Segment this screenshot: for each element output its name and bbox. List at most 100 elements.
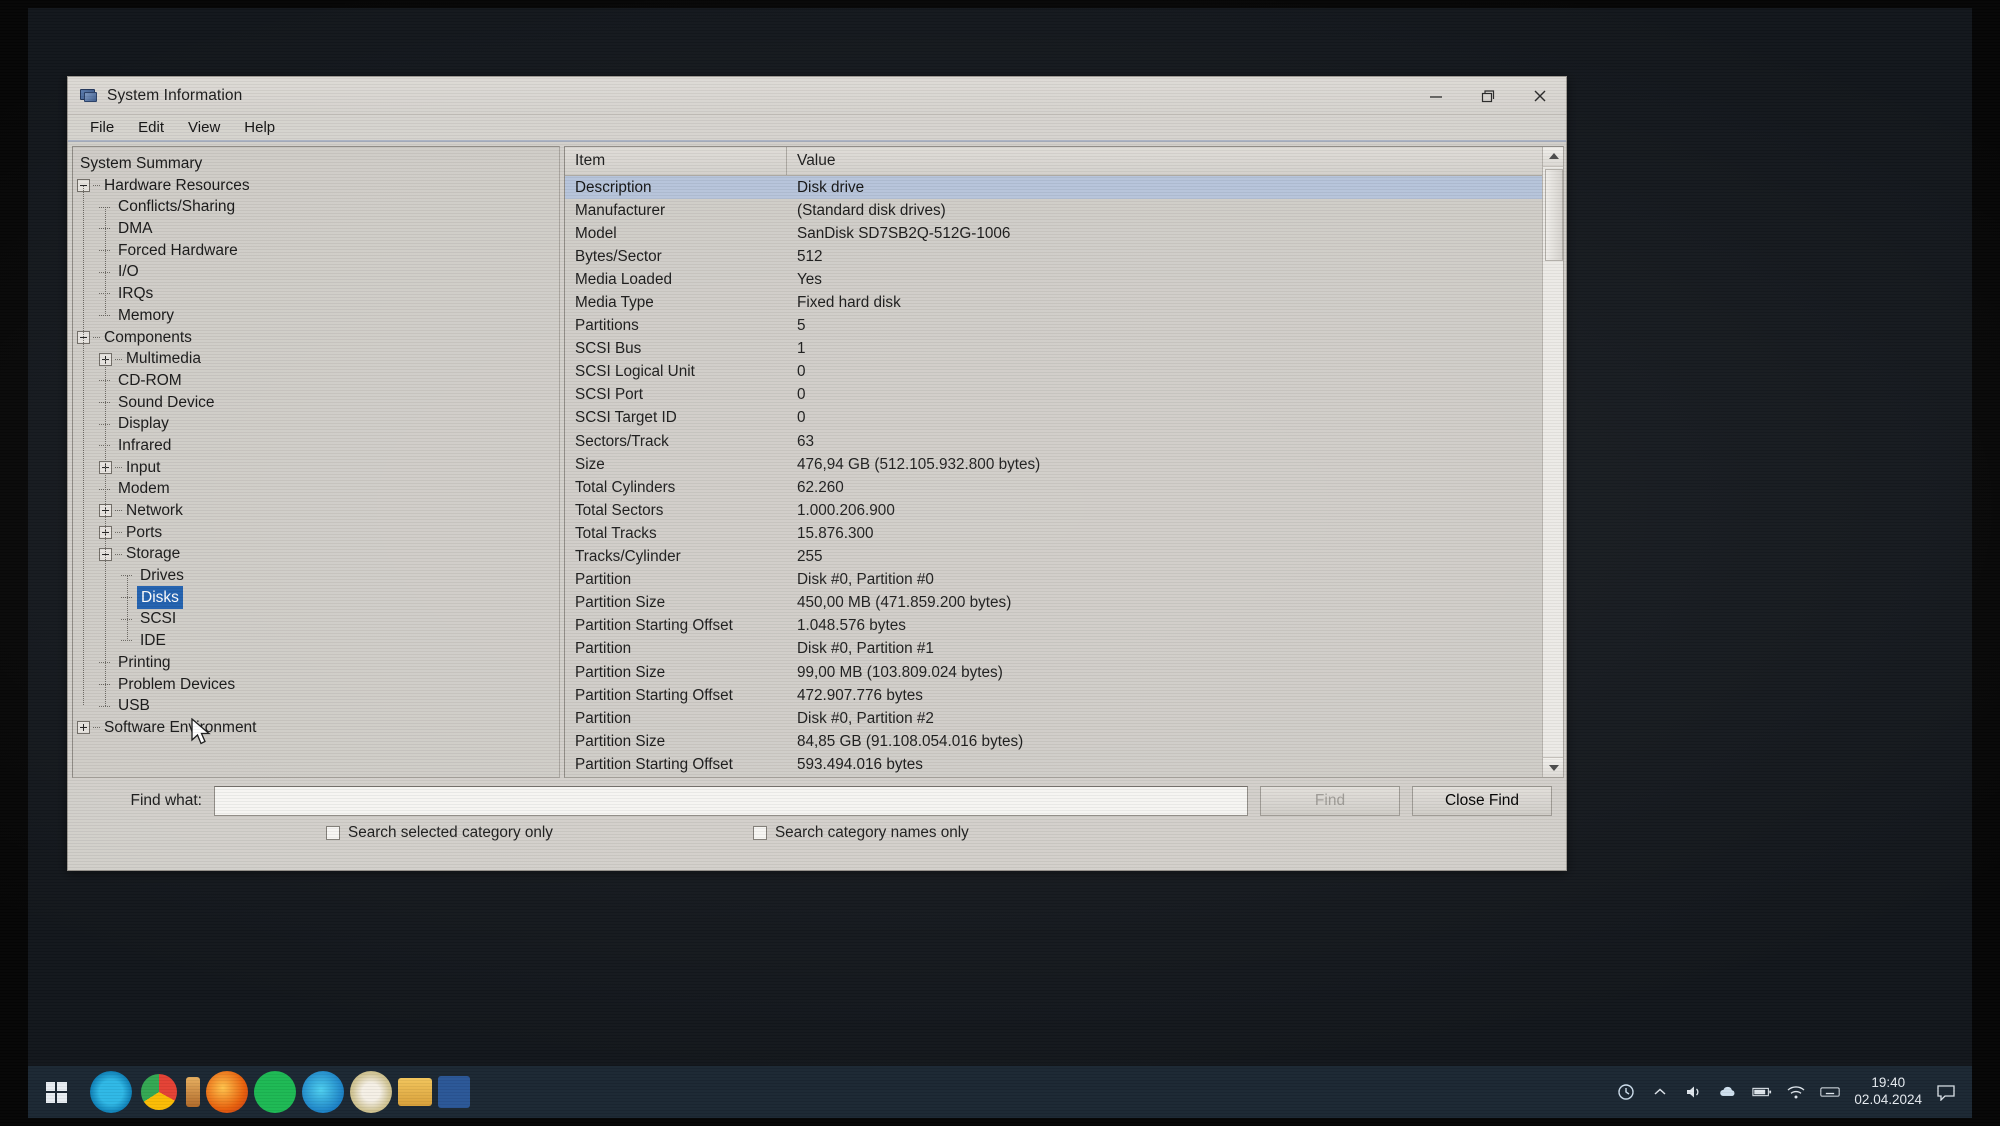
onedrive-icon[interactable] [1718, 1082, 1738, 1102]
windows-start-icon[interactable] [28, 1066, 84, 1118]
tree-item-problem-devices[interactable]: Problem Devices [77, 674, 559, 696]
find-button[interactable]: Find [1260, 786, 1400, 816]
navigation-tree-pane: System Summary Hardware Resources Conflict… [72, 146, 560, 778]
menu-view[interactable]: View [178, 117, 230, 138]
table-row[interactable]: Partition Disk #0, Partition #0 [565, 569, 1563, 592]
firefox-icon[interactable] [206, 1071, 248, 1113]
tree-item-multimedia[interactable]: Multimedia [77, 348, 559, 370]
tree-item-storage[interactable]: Storage [77, 543, 559, 565]
table-row[interactable]: SCSI Target ID 0 [565, 407, 1563, 430]
spotify-icon[interactable] [254, 1071, 296, 1113]
column-header-value[interactable]: Value [787, 147, 1563, 175]
table-row[interactable]: Tracks/Cylinder 255 [565, 546, 1563, 569]
edge-icon[interactable] [302, 1071, 344, 1113]
table-row[interactable]: Partition Starting Offset 472.907.776 byt… [565, 684, 1563, 707]
wifi-icon[interactable] [1786, 1082, 1806, 1102]
tree-item-conflicts-sharing[interactable]: Conflicts/Sharing [77, 196, 559, 218]
tree-connector-line [83, 185, 84, 707]
table-row[interactable]: Model SanDisk SD7SB2Q-512G-1006 [565, 222, 1563, 245]
table-row[interactable]: Partition Size 99,00 MB (103.809.024 byte… [565, 661, 1563, 684]
table-row[interactable]: Size 476,94 GB (512.105.932.800 bytes) [565, 453, 1563, 476]
restore-icon[interactable] [1462, 77, 1514, 114]
cell-value: Disk drive [797, 178, 865, 196]
scroll-up-icon[interactable] [1542, 147, 1563, 167]
table-row[interactable]: Partition Starting Offset 593.494.016 byt… [565, 753, 1563, 776]
tree-item-memory[interactable]: Memory [77, 305, 559, 327]
tree-item-infrared[interactable]: Infrared [77, 435, 559, 457]
table-row[interactable]: Partition Disk #0, Partition #2 [565, 707, 1563, 730]
tree-item-usb[interactable]: USB [77, 695, 559, 717]
notification-icon[interactable] [1936, 1082, 1956, 1102]
battery-icon[interactable] [1752, 1082, 1772, 1102]
tree-item-input[interactable]: Input [77, 457, 559, 479]
table-row[interactable]: Total Cylinders 62.260 [565, 476, 1563, 499]
search-category-names-checkbox[interactable]: Search category names only [752, 824, 969, 842]
table-row[interactable]: SCSI Bus 1 [565, 338, 1563, 361]
tree-item-printing[interactable]: Printing [77, 652, 559, 674]
table-row[interactable]: SCSI Port 0 [565, 384, 1563, 407]
menu-edit[interactable]: Edit [128, 117, 174, 138]
expand-icon[interactable] [77, 721, 90, 735]
opera-icon[interactable] [350, 1071, 392, 1113]
close-find-button[interactable]: Close Find [1412, 786, 1552, 816]
table-row[interactable]: Partition Size 84,85 GB (91.108.054.016 b… [565, 730, 1563, 753]
tree-connector-line [127, 576, 128, 642]
column-header-item[interactable]: Item [565, 147, 787, 175]
table-row[interactable]: Total Sectors 1.000.206.900 [565, 499, 1563, 522]
tree-item-scsi[interactable]: SCSI [77, 608, 559, 630]
file-explorer-icon[interactable] [398, 1078, 432, 1106]
taskbar-clock[interactable]: 19:40 02.04.2024 [1854, 1075, 1922, 1109]
tree-item-hardware-resources[interactable]: Hardware Resources [77, 175, 559, 197]
office-icon[interactable] [438, 1076, 470, 1108]
tree-item-disks[interactable]: Disks [77, 585, 559, 610]
volume-icon[interactable] [1684, 1082, 1704, 1102]
tree-item-drives[interactable]: Drives [77, 565, 559, 587]
table-row[interactable]: Description Disk drive [565, 176, 1563, 200]
search-selected-category-checkbox[interactable]: Search selected category only [326, 824, 553, 842]
find-input[interactable] [214, 786, 1248, 816]
tree-item-network[interactable]: Network [77, 500, 559, 522]
table-row[interactable]: Media Loaded Yes [565, 268, 1563, 291]
checkbox-box[interactable] [752, 826, 767, 840]
tree-item-irqs[interactable]: IRQs [77, 283, 559, 305]
tree-item-display[interactable]: Display [77, 413, 559, 435]
tree-item-modem[interactable]: Modem [77, 478, 559, 500]
tree-item-forced-hardware[interactable]: Forced Hardware [77, 240, 559, 262]
tree-item-ports[interactable]: Ports [77, 522, 559, 544]
keyboard-icon[interactable] [1820, 1082, 1841, 1102]
tree-item-sound-device[interactable]: Sound Device [77, 392, 559, 414]
table-row[interactable]: Sectors/Track 63 [565, 430, 1563, 453]
table-row[interactable]: Partition Starting Offset 1.048.576 bytes [565, 615, 1563, 638]
tree-item-cd-rom[interactable]: CD-ROM [77, 370, 559, 392]
table-row[interactable]: Partition Disk #0, Partition #1 [565, 638, 1563, 661]
menu-help[interactable]: Help [234, 117, 285, 138]
checkbox-box[interactable] [326, 826, 340, 840]
update-icon[interactable] [1616, 1082, 1636, 1102]
pen-icon[interactable] [186, 1077, 200, 1107]
cortana-icon[interactable] [90, 1071, 132, 1113]
chevron-up-icon[interactable] [1650, 1082, 1670, 1102]
tree-item-system-summary[interactable]: System Summary [77, 153, 559, 175]
table-row[interactable]: Bytes/Sector 512 [565, 245, 1563, 268]
navigation-tree[interactable]: System Summary Hardware Resources Conflict… [77, 153, 559, 739]
table-row[interactable]: Partition Size 450,00 MB (471.859.200 byt… [565, 592, 1563, 615]
close-icon[interactable] [1514, 77, 1566, 114]
table-row[interactable]: Total Tracks 15.876.300 [565, 522, 1563, 545]
minimize-icon[interactable] [1410, 77, 1462, 114]
menu-file[interactable]: File [80, 117, 124, 138]
table-row[interactable]: SCSI Logical Unit 0 [565, 361, 1563, 384]
table-row[interactable]: Manufacturer (Standard disk drives) [565, 199, 1563, 222]
tree-item-i-o[interactable]: I/O [77, 261, 559, 283]
system-tray: 19:40 02.04.2024 [1616, 1075, 1972, 1109]
table-row[interactable]: Partitions 5 [565, 315, 1563, 338]
scroll-down-icon[interactable] [1542, 757, 1563, 777]
table-row[interactable]: Media Type Fixed hard disk [565, 291, 1563, 314]
tree-item-ide[interactable]: IDE [77, 630, 559, 652]
tree-item-software-environment[interactable]: Software Environment [77, 717, 559, 739]
chrome-icon[interactable] [138, 1071, 180, 1113]
tree-item-dma[interactable]: DMA [77, 218, 559, 240]
detail-vertical-scrollbar[interactable] [1542, 147, 1563, 777]
scrollbar-thumb[interactable] [1544, 169, 1563, 261]
table-row[interactable]: PartitionDisk #0, Partition #3 [565, 776, 1563, 777]
tree-item-components[interactable]: Components [77, 327, 559, 349]
